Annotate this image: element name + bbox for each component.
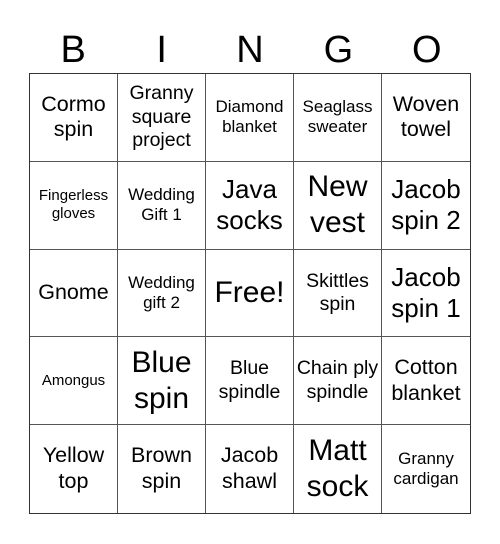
- bingo-cell[interactable]: Skittles spin: [294, 249, 382, 338]
- bingo-cell[interactable]: Blue spindle: [206, 337, 294, 426]
- bingo-cell[interactable]: Matt sock: [294, 425, 382, 513]
- bingo-cell[interactable]: Brown spin: [118, 425, 206, 513]
- bingo-cell[interactable]: Granny cardigan: [382, 425, 470, 513]
- header-letter-b: B: [60, 29, 86, 71]
- bingo-cell[interactable]: Cotton blanket: [382, 337, 470, 426]
- bingo-cell[interactable]: Gnome: [30, 249, 118, 338]
- bingo-cell[interactable]: Diamond blanket: [206, 74, 294, 162]
- bingo-cell[interactable]: Wedding gift 2: [118, 249, 206, 338]
- bingo-cell[interactable]: New vest: [294, 161, 382, 250]
- bingo-header: B I N G O: [29, 28, 471, 72]
- bingo-cell[interactable]: Blue spin: [118, 337, 206, 426]
- bingo-grid: Cormo spin Granny square project Diamond b…: [29, 73, 471, 514]
- bingo-cell[interactable]: Yellow top: [30, 425, 118, 513]
- free-space-cell[interactable]: Free!: [206, 249, 294, 338]
- bingo-cell[interactable]: Jacob spin 2: [382, 162, 470, 250]
- header-letter-g: G: [323, 29, 354, 71]
- bingo-cell[interactable]: Jacob shawl: [206, 425, 294, 513]
- header-letter-n: N: [236, 29, 264, 71]
- bingo-cell[interactable]: Amongus: [30, 337, 118, 426]
- bingo-cell[interactable]: Cormo spin: [30, 74, 118, 162]
- bingo-cell[interactable]: Seaglass sweater: [294, 74, 382, 162]
- bingo-cell[interactable]: Woven towel: [382, 74, 470, 162]
- bingo-cell[interactable]: Java socks: [206, 161, 294, 250]
- bingo-cell[interactable]: Granny square project: [118, 74, 206, 162]
- bingo-cell[interactable]: Wedding Gift 1: [118, 161, 206, 250]
- bingo-cell[interactable]: Jacob spin 1: [382, 250, 470, 338]
- bingo-cell[interactable]: Fingerless gloves: [30, 161, 118, 250]
- header-letter-i: I: [156, 29, 167, 71]
- header-letter-o: O: [412, 29, 442, 71]
- bingo-cell[interactable]: Chain ply spindle: [294, 337, 382, 426]
